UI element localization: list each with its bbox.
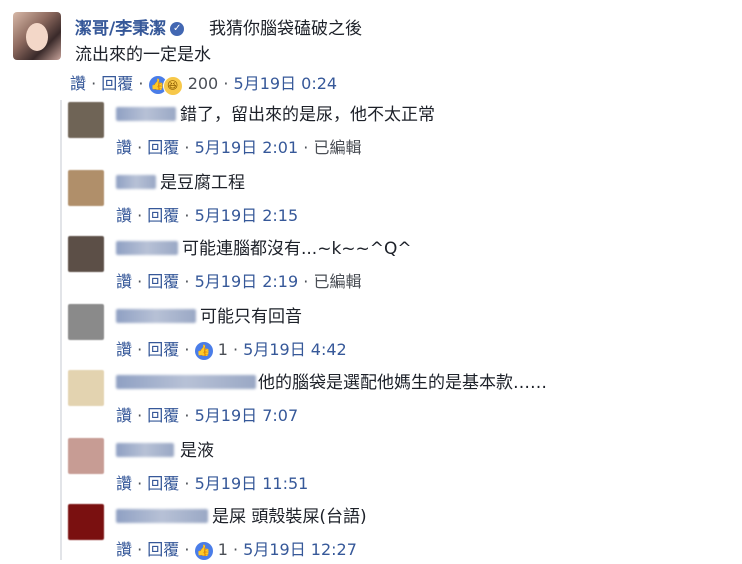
separator: ·: [184, 340, 190, 359]
separator: ·: [137, 206, 143, 225]
separator: ·: [184, 272, 190, 291]
separator: ·: [137, 272, 143, 291]
separator: ·: [91, 74, 97, 93]
reply-text: 可能連腦都沒有...~k~~^Q^: [182, 239, 412, 259]
reply-avatar[interactable]: [68, 102, 104, 138]
blurred-author-name[interactable]: [116, 443, 174, 457]
edited-label[interactable]: 已編輯: [313, 138, 361, 157]
reply-item: 他的腦袋是選配他媽生的是基本款…… 讚 · 回覆 · 5月19日 7:07: [68, 368, 728, 430]
separator: ·: [137, 406, 143, 425]
author-name[interactable]: 潔哥/李秉潔: [75, 19, 166, 39]
reply-actions: 讚 · 回覆 · 5月19日 7:07: [116, 402, 298, 426]
separator: ·: [137, 340, 143, 359]
reply-text: 是液: [180, 441, 214, 461]
reply-text: 可能只有回音: [200, 307, 302, 327]
separator: ·: [232, 340, 239, 359]
separator: ·: [303, 138, 309, 157]
reply-avatar[interactable]: [68, 370, 104, 406]
timestamp[interactable]: 5月19日 2:01: [195, 138, 299, 157]
reply-text: 錯了，留出來的是尿，他不太正常: [180, 105, 435, 125]
reply-link[interactable]: 回覆: [147, 206, 179, 225]
reply-actions: 讚 · 回覆 · 5月19日 2:01 · 已編輯: [116, 134, 361, 158]
separator: ·: [184, 474, 190, 493]
separator: ·: [137, 540, 143, 559]
like-link[interactable]: 讚: [70, 74, 86, 93]
reply-item: 是豆腐工程 讚 · 回覆 · 5月19日 2:15: [68, 168, 728, 230]
author-avatar[interactable]: [13, 12, 61, 60]
reply-actions: 讚 · 回覆 · 5月19日 2:19 · 已編輯: [116, 268, 361, 292]
timestamp[interactable]: 5月19日 2:19: [195, 272, 299, 291]
reply-actions: 讚 · 回覆 · 5月19日 11:51: [116, 470, 308, 494]
separator: ·: [137, 474, 143, 493]
reply-link[interactable]: 回覆: [147, 340, 179, 359]
reply-item: 是液 讚 · 回覆 · 5月19日 11:51: [68, 436, 728, 498]
reaction-count[interactable]: 200: [188, 74, 219, 93]
reply-text: 他的腦袋是選配他媽生的是基本款……: [258, 373, 547, 393]
like-link[interactable]: 讚: [116, 138, 132, 157]
reply-actions: 讚 · 回覆 · 👍 1 · 5月19日 12:27: [116, 536, 357, 560]
like-link[interactable]: 讚: [116, 540, 132, 559]
author-block: 潔哥/李秉潔 ✓: [75, 14, 185, 39]
timestamp[interactable]: 5月19日 0:24: [234, 74, 338, 93]
like-reaction-icon[interactable]: 👍: [194, 541, 213, 560]
main-comment: 潔哥/李秉潔 ✓ 我猜你腦袋磕破之後 流出來的一定是水 讚 · 回覆 · 👍 😆 …: [13, 10, 733, 96]
timestamp[interactable]: 5月19日 7:07: [195, 406, 299, 425]
reply-text: 是豆腐工程: [160, 173, 245, 193]
reply-avatar[interactable]: [68, 504, 104, 540]
like-link[interactable]: 讚: [116, 340, 132, 359]
verified-badge-icon: ✓: [170, 22, 185, 36]
blurred-author-name[interactable]: [116, 509, 208, 523]
separator: ·: [184, 406, 190, 425]
comment-actions: 讚 · 回覆 · 👍 😆 200 · 5月19日 0:24: [70, 70, 338, 96]
reply-link[interactable]: 回覆: [147, 474, 179, 493]
like-reaction-icon[interactable]: 👍: [194, 341, 213, 360]
like-count[interactable]: 1: [218, 340, 228, 359]
blurred-author-name[interactable]: [116, 241, 178, 255]
reply-avatar[interactable]: [68, 304, 104, 340]
like-link[interactable]: 讚: [116, 474, 132, 493]
reply-link[interactable]: 回覆: [101, 74, 133, 93]
reply-text: 是屎 頭殼裝屎(台語): [212, 507, 367, 527]
separator: ·: [223, 74, 229, 93]
separator: ·: [303, 272, 309, 291]
reply-actions: 讚 · 回覆 · 5月19日 2:15: [116, 202, 298, 226]
like-count[interactable]: 1: [218, 540, 228, 559]
reply-link[interactable]: 回覆: [147, 138, 179, 157]
reply-avatar[interactable]: [68, 438, 104, 474]
separator: ·: [137, 138, 143, 157]
blurred-author-name[interactable]: [116, 107, 176, 121]
blurred-author-name[interactable]: [116, 309, 196, 323]
timestamp[interactable]: 5月19日 12:27: [243, 540, 357, 559]
separator: ·: [184, 138, 190, 157]
reply-item: 可能只有回音 讚 · 回覆 · 👍 1 · 5月19日 4:42: [68, 302, 728, 364]
like-link[interactable]: 讚: [116, 406, 132, 425]
reply-item: 是屎 頭殼裝屎(台語) 讚 · 回覆 · 👍 1 · 5月19日 12:27: [68, 502, 728, 564]
separator: ·: [232, 540, 239, 559]
reply-item: 錯了，留出來的是尿，他不太正常 讚 · 回覆 · 5月19日 2:01 · 已編…: [68, 100, 728, 162]
edited-label[interactable]: 已編輯: [313, 272, 361, 291]
reply-thread-line: [60, 100, 62, 560]
reply-link[interactable]: 回覆: [147, 272, 179, 291]
comment-text-line2: 流出來的一定是水: [75, 45, 211, 65]
blurred-author-name[interactable]: [116, 175, 156, 189]
separator: ·: [184, 540, 190, 559]
reply-avatar[interactable]: [68, 170, 104, 206]
reply-actions: 讚 · 回覆 · 👍 1 · 5月19日 4:42: [116, 336, 347, 360]
comment-text-line1: 我猜你腦袋磕破之後: [209, 19, 362, 39]
timestamp[interactable]: 5月19日 11:51: [195, 474, 309, 493]
reply-avatar[interactable]: [68, 236, 104, 272]
separator: ·: [184, 206, 190, 225]
reactions[interactable]: 👍 😆: [148, 75, 183, 96]
blurred-author-name[interactable]: [116, 375, 256, 389]
reply-item: 可能連腦都沒有...~k~~^Q^ 讚 · 回覆 · 5月19日 2:19 · …: [68, 234, 728, 296]
reply-link[interactable]: 回覆: [147, 406, 179, 425]
like-link[interactable]: 讚: [116, 206, 132, 225]
timestamp[interactable]: 5月19日 4:42: [243, 340, 347, 359]
timestamp[interactable]: 5月19日 2:15: [195, 206, 299, 225]
haha-reaction-icon: 😆: [162, 75, 183, 96]
separator: ·: [138, 74, 144, 93]
like-link[interactable]: 讚: [116, 272, 132, 291]
reply-link[interactable]: 回覆: [147, 540, 179, 559]
